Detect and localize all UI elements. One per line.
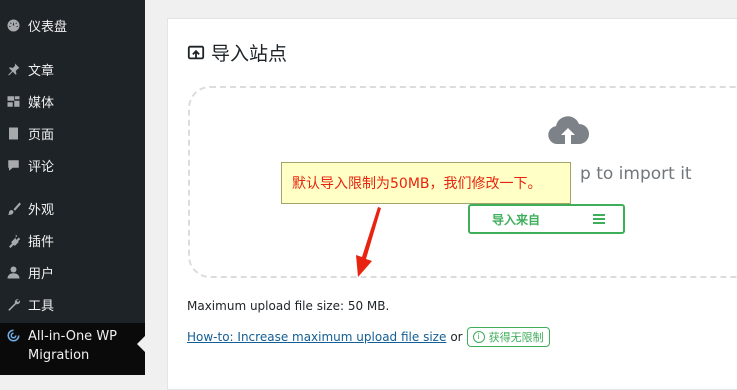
plugin-icon	[5, 232, 21, 248]
annotation-arrow	[356, 207, 381, 277]
page-title: 导入站点	[187, 39, 287, 66]
sidebar-item-label: 文章	[28, 63, 55, 79]
sidebar-item-label-line2: Migration	[28, 348, 90, 363]
sidebar-item-media[interactable]: 媒体	[0, 89, 145, 113]
active-menu-pointer	[137, 336, 145, 352]
brush-icon	[5, 200, 21, 216]
sidebar-item-plugins[interactable]: 插件	[0, 228, 145, 252]
howto-line: How-to: Increase maximum upload file siz…	[187, 327, 550, 347]
wrench-icon	[5, 296, 21, 312]
pushpin-icon	[5, 61, 21, 77]
import-panel: 导入站点 p to import it 导入来自 Maximum upload …	[167, 18, 737, 390]
sidebar-item-label: 页面	[28, 127, 55, 143]
increase-upload-size-link[interactable]: How-to: Increase maximum upload file siz…	[187, 330, 446, 344]
menu-icon	[593, 214, 605, 224]
get-unlimited-button[interactable]: i 获得无限制	[466, 327, 550, 347]
sidebar-item-users[interactable]: 用户	[0, 260, 145, 284]
dashboard-icon	[5, 17, 21, 33]
sidebar-item-label: 仪表盘	[28, 19, 68, 35]
sidebar-item-comments[interactable]: 评论	[0, 153, 145, 177]
sidebar-item-label: 媒体	[28, 95, 55, 111]
import-icon	[187, 45, 205, 59]
sidebar-item-label-line1: All-in-One WP	[28, 329, 118, 344]
sidebar-item-label: All-in-One WP Migration	[28, 323, 117, 365]
annotation-callout: 默认导入限制为50MB，我们修改一下。	[281, 162, 571, 204]
user-icon	[5, 264, 21, 280]
drop-instruction-text: p to import it	[580, 164, 692, 184]
admin-sidebar: 仪表盘 文章 媒体 页面 评论 外观 插件 用户 工具 All-in-One W…	[0, 0, 145, 375]
info-icon: i	[472, 331, 485, 343]
max-upload-size-text: Maximum upload file size: 50 MB.	[187, 299, 390, 313]
comment-icon	[5, 157, 21, 173]
sidebar-item-tools[interactable]: 工具	[0, 292, 145, 316]
get-unlimited-label: 获得无限制	[488, 331, 544, 344]
sidebar-item-pages[interactable]: 页面	[0, 121, 145, 145]
sidebar-item-appearance[interactable]: 外观	[0, 196, 145, 220]
migration-icon	[5, 327, 21, 343]
import-from-label: 导入来自	[492, 212, 541, 227]
sidebar-item-label: 工具	[28, 298, 55, 314]
page-title-text: 导入站点	[211, 43, 288, 65]
import-from-button[interactable]: 导入来自	[468, 204, 625, 234]
sidebar-item-all-in-one-wp-migration[interactable]: All-in-One WP Migration	[0, 323, 145, 375]
annotation-text: 默认导入限制为50MB，我们修改一下。	[292, 176, 542, 192]
sidebar-item-label: 用户	[28, 266, 55, 282]
sidebar-item-label: 插件	[28, 234, 55, 250]
sidebar-item-label: 评论	[28, 159, 55, 175]
sidebar-item-label: 外观	[28, 202, 55, 218]
sidebar-item-posts[interactable]: 文章	[0, 57, 145, 81]
page-icon	[5, 125, 21, 141]
media-icon	[5, 93, 21, 109]
or-text: or	[450, 330, 463, 344]
sidebar-item-dashboard[interactable]: 仪表盘	[0, 13, 145, 37]
cloud-upload-icon	[548, 116, 589, 144]
